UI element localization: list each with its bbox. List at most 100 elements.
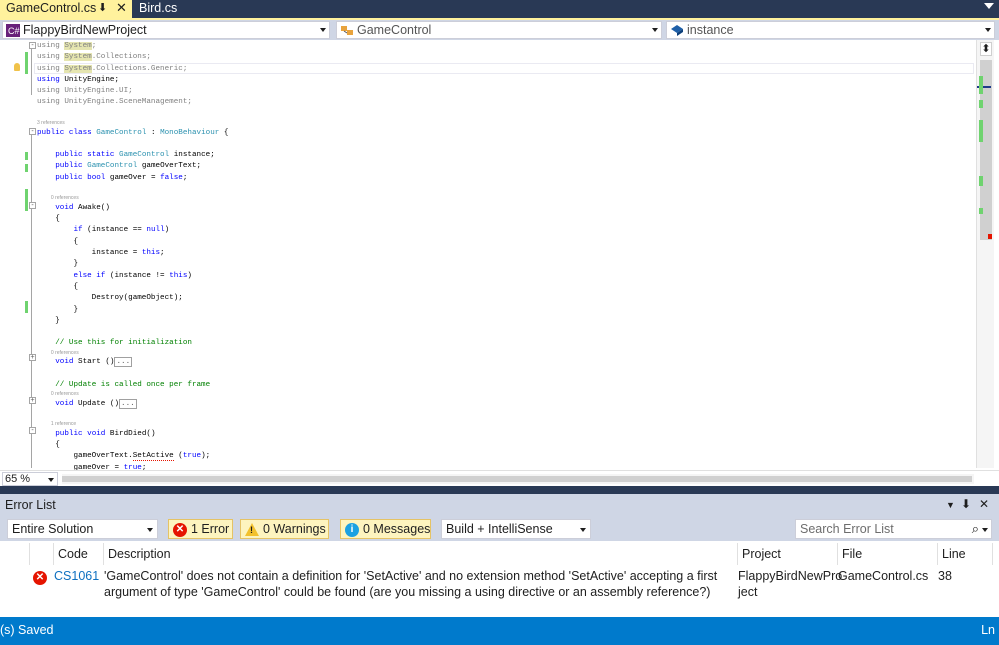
outline-expand-toggle[interactable]: + [29, 354, 36, 361]
close-icon[interactable]: ✕ [116, 0, 127, 16]
error-list-panel: Error List ▼ ⬇ ✕ Entire Solution ✕ 1 Err… [0, 494, 999, 617]
code-line: void Update ()... [55, 398, 137, 409]
codelens-references[interactable]: 0 references [37, 350, 972, 358]
code-line: // Update is called once per frame [55, 380, 211, 389]
error-icon: ✕ [173, 523, 187, 537]
error-list-search-input[interactable]: Search Error List ⌕ [795, 519, 992, 539]
messages-filter-button[interactable]: i 0 Messages [340, 519, 431, 539]
csharp-project-icon: C# [6, 24, 20, 37]
error-list-toolbar: Entire Solution ✕ 1 Error ! 0 Warnings i… [0, 516, 999, 541]
navigation-bar: C# FlappyBirdNewProject GameControl inst… [0, 18, 999, 40]
class-dropdown[interactable]: GameControl [336, 21, 662, 39]
scrollbar-thumb[interactable] [62, 476, 972, 482]
outline-collapse-toggle[interactable]: - [29, 202, 36, 209]
column-header-file[interactable]: File [838, 543, 938, 565]
errors-filter-button[interactable]: ✕ 1 Error [168, 519, 233, 539]
column-header-code[interactable]: Code [54, 543, 104, 565]
horizontal-scrollbar[interactable] [62, 474, 974, 484]
split-view-icon[interactable]: ⬍ [980, 42, 992, 56]
column-header-sort[interactable] [30, 543, 54, 565]
code-line: public void BirdDied() [55, 429, 156, 438]
column-header-description[interactable]: Description [104, 543, 738, 565]
build-source-dropdown[interactable]: Build + IntelliSense [441, 519, 591, 539]
tab-overflow-dropdown-icon[interactable] [984, 3, 994, 9]
code-line: if (instance == null) [73, 226, 170, 235]
visual-studio-window: GameControl.cs ⬇ ✕ Bird.cs C# FlappyBird… [0, 0, 999, 645]
chevron-down-icon [320, 28, 326, 32]
outline-line [31, 49, 32, 95]
outline-collapse-toggle[interactable]: - [29, 42, 36, 49]
pin-icon[interactable]: ⬇ [961, 497, 971, 511]
build-source-value: Build + IntelliSense [446, 522, 553, 536]
messages-filter-label: 0 Messages [363, 522, 431, 536]
collapsed-region[interactable]: ... [119, 398, 137, 409]
codelens-references[interactable]: 3 references [37, 120, 972, 128]
codelens-references[interactable]: 0 references [37, 195, 972, 203]
code-line: } [37, 260, 79, 269]
code-line: { [37, 282, 79, 291]
lightbulb-icon[interactable] [14, 63, 20, 71]
chevron-down-icon [652, 28, 658, 32]
change-map-marker [979, 76, 983, 94]
codelens-references[interactable]: 1 reference [37, 421, 972, 429]
outline-expand-toggle[interactable]: + [29, 397, 36, 404]
description-line: 'GameControl' does not contain a definit… [104, 569, 718, 583]
code-text[interactable]: using System; using System.Collections; … [37, 41, 972, 474]
column-header-project[interactable]: Project [738, 543, 838, 565]
code-line: else if (instance != this) [73, 271, 192, 280]
column-header-line[interactable]: Line [938, 543, 993, 565]
code-line: gameOverText.SetActive (true); [37, 452, 211, 462]
search-placeholder: Search Error List [800, 522, 894, 536]
member-dropdown[interactable]: instance [666, 21, 995, 39]
code-line: using System.Collections.Generic; [37, 64, 188, 73]
project-dropdown[interactable]: C# FlappyBirdNewProject [2, 21, 330, 39]
change-map-marker [979, 120, 983, 142]
change-marker [25, 52, 28, 74]
tab-bird[interactable]: Bird.cs [133, 0, 183, 18]
panel-title: Error List [5, 498, 56, 512]
warnings-filter-button[interactable]: ! 0 Warnings [240, 519, 329, 539]
change-map-marker [979, 100, 983, 108]
outline-collapse-toggle[interactable]: - [29, 128, 36, 135]
code-line: public class GameControl : MonoBehaviour… [37, 128, 229, 137]
warnings-filter-label: 0 Warnings [263, 522, 326, 536]
code-editor[interactable]: - - - + + - using System; using System.C… [0, 40, 999, 472]
errors-filter-label: 1 Error [191, 522, 230, 536]
close-icon[interactable]: ✕ [979, 497, 989, 511]
window-position-icon[interactable]: ▼ [946, 500, 955, 510]
search-icon[interactable]: ⌕ [972, 521, 979, 537]
project-line: ject [738, 585, 758, 599]
collapsed-region[interactable]: ... [114, 357, 133, 368]
pin-icon[interactable]: ⬇ [98, 1, 107, 14]
codelens-references[interactable]: 0 references [37, 391, 972, 399]
code-line: { [37, 441, 60, 449]
code-line: Destroy(gameObject); [37, 294, 183, 303]
class-name: GameControl [357, 23, 432, 37]
tab-label: GameControl.cs [6, 1, 97, 15]
code-line: using UnityEngine.SceneManagement; [37, 98, 192, 107]
change-map-marker [979, 176, 983, 186]
code-line: } [37, 316, 60, 325]
error-code-link[interactable]: CS1061 [54, 568, 99, 584]
class-icon [341, 26, 353, 35]
code-line: public static GameControl instance; [55, 151, 215, 160]
change-marker [25, 152, 28, 160]
error-description: 'GameControl' does not contain a definit… [104, 568, 734, 600]
zoom-select[interactable]: 65 % [2, 472, 58, 486]
error-icon: ✕ [33, 571, 47, 585]
chevron-down-icon[interactable] [982, 528, 988, 532]
tab-gamecontrol[interactable]: GameControl.cs ⬇ ✕ [0, 0, 132, 18]
scope-dropdown[interactable]: Entire Solution [7, 519, 158, 539]
vertical-scrollbar[interactable]: ⬍ [976, 40, 994, 468]
chevron-down-icon [985, 28, 991, 32]
chevron-down-icon [580, 528, 586, 532]
error-line: 38 [938, 569, 952, 583]
column-header-icon[interactable] [0, 543, 30, 565]
line-indicator: Ln [981, 623, 995, 637]
info-icon: i [345, 523, 359, 537]
change-marker [25, 164, 28, 172]
outline-collapse-toggle[interactable]: - [29, 427, 36, 434]
